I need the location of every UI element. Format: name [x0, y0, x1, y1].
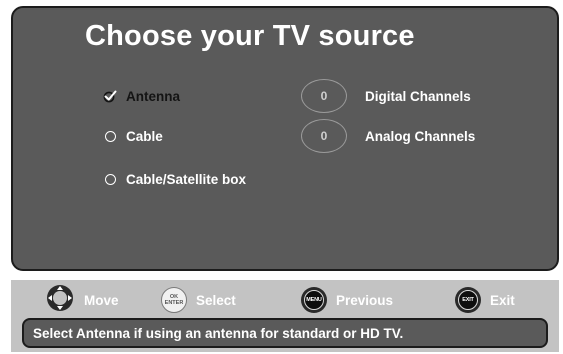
remote-help-bar: Move OK ENTER Select MENU Previous EXIT …: [11, 280, 559, 352]
source-option-cable-satellite-box[interactable]: Cable/Satellite box: [103, 169, 246, 189]
channel-count-label: Analog Channels: [365, 128, 476, 144]
digital-channel-count: 0 Digital Channels: [301, 79, 471, 113]
enter-key-text: ENTER: [164, 300, 184, 306]
source-option-label: Cable: [126, 128, 163, 144]
select-label: Select: [196, 292, 236, 308]
status-message: Select Antenna if using an antenna for s…: [33, 325, 404, 341]
select-hint: OK ENTER Select: [161, 285, 236, 315]
check-icon: [103, 89, 117, 103]
radio-circle-icon: [103, 129, 117, 143]
channel-count-value: 0: [301, 119, 347, 153]
ok-enter-key-icon: OK ENTER: [161, 287, 187, 313]
channel-count-value: 0: [301, 79, 347, 113]
exit-label: Exit: [490, 292, 515, 308]
source-option-label: Cable/Satellite box: [126, 171, 247, 187]
exit-key-text: EXIT: [458, 290, 478, 310]
source-option-antenna[interactable]: Antenna: [103, 86, 180, 106]
channel-count-label: Digital Channels: [365, 88, 471, 104]
previous-hint: MENU Previous: [301, 285, 393, 315]
page-title: Choose your TV source: [85, 20, 415, 52]
menu-key-icon: MENU: [301, 287, 327, 313]
radio-circle-icon: [103, 172, 117, 186]
menu-key-text: MENU: [304, 290, 324, 310]
dpad-icon: [45, 283, 75, 318]
move-label: Move: [84, 292, 119, 308]
exit-key-icon: EXIT: [455, 287, 481, 313]
exit-hint: EXIT Exit: [455, 285, 515, 315]
source-option-label: Antenna: [126, 88, 180, 104]
move-hint: Move: [45, 283, 119, 318]
status-bar: Select Antenna if using an antenna for s…: [22, 318, 548, 348]
previous-label: Previous: [336, 292, 394, 308]
source-option-cable[interactable]: Cable: [103, 126, 163, 146]
source-panel: Choose your TV source Antenna Cable Cabl…: [11, 6, 559, 271]
analog-channel-count: 0 Analog Channels: [301, 119, 475, 153]
